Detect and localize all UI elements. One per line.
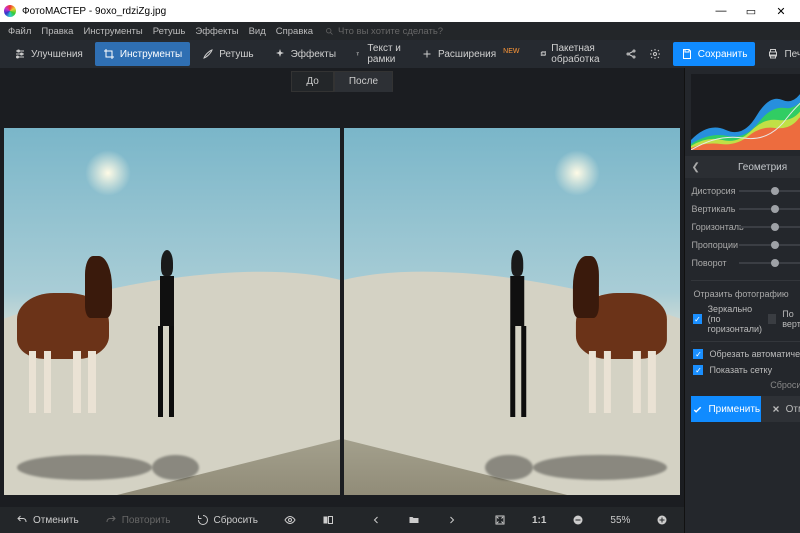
- next-image-button[interactable]: [438, 510, 466, 530]
- checkbox-show-grid[interactable]: ✓: [693, 365, 703, 375]
- right-panel: ❮ Геометрия ? Дисторсия0 Вертикаль0 Гори…: [684, 68, 800, 533]
- window-title: ФотоМАСТЕР - 9oxo_rdziZg.jpg: [22, 6, 706, 17]
- zoom-ratio[interactable]: 1:1: [524, 510, 554, 530]
- maximize-button[interactable]: ▭: [736, 5, 766, 18]
- panel-header: ❮ Геометрия ?: [685, 156, 800, 178]
- sliders-icon: [14, 48, 26, 60]
- reset-button[interactable]: Сбросить: [189, 510, 266, 530]
- print-button[interactable]: Печать: [759, 42, 800, 66]
- zoom-out-button[interactable]: [564, 510, 592, 530]
- menu-retouch[interactable]: Ретушь: [153, 26, 186, 37]
- before-pane: [4, 128, 340, 495]
- slider-distortion[interactable]: Дисторсия0: [691, 182, 800, 200]
- reset-icon: [197, 514, 209, 526]
- fit-button[interactable]: [486, 510, 514, 530]
- cancel-button[interactable]: Отмена: [761, 396, 800, 422]
- minimize-button[interactable]: —: [706, 5, 736, 17]
- eye-icon: [284, 514, 296, 526]
- prev-image-button[interactable]: [362, 510, 390, 530]
- histogram: [691, 74, 800, 150]
- fit-icon: [494, 514, 506, 526]
- tab-extensions[interactable]: Расширения NEW: [413, 42, 528, 66]
- search-icon: [325, 27, 334, 36]
- new-badge: NEW: [503, 48, 519, 55]
- slider-horizontal[interactable]: Горизонталь0: [691, 218, 800, 236]
- redo-icon: [105, 514, 117, 526]
- compare-icon: [322, 514, 334, 526]
- save-icon: [681, 48, 693, 60]
- tab-after[interactable]: После: [334, 71, 393, 92]
- panel-back-button[interactable]: ❮: [691, 162, 699, 173]
- folder-icon: [408, 514, 420, 526]
- svg-text:T: T: [357, 52, 360, 57]
- flip-section-label: Отразить фотографию: [685, 285, 800, 301]
- panel-title: Геометрия: [738, 162, 787, 173]
- app-logo-icon: [4, 5, 16, 17]
- tab-effects[interactable]: Эффекты: [266, 42, 344, 66]
- check-icon: [692, 404, 703, 415]
- minus-circle-icon: [572, 514, 584, 526]
- plus-circle-icon: [656, 514, 668, 526]
- menu-help[interactable]: Справка: [276, 26, 313, 37]
- tab-text[interactable]: T Текст и рамки: [348, 42, 409, 66]
- crop-icon: [103, 48, 115, 60]
- slider-rotate[interactable]: Поворот0,0°: [691, 254, 800, 272]
- tab-retouch[interactable]: Ретушь: [194, 42, 261, 66]
- main-toolbar: Улучшения Инструменты Ретушь Эффекты T Т…: [0, 40, 800, 68]
- menu-effects[interactable]: Эффекты: [195, 26, 238, 37]
- brush-icon: [202, 48, 214, 60]
- tab-enhance[interactable]: Улучшения: [6, 42, 91, 66]
- compare-button[interactable]: [314, 510, 342, 530]
- sparkle-icon: [274, 48, 286, 60]
- plus-icon: [421, 48, 433, 60]
- tab-batch[interactable]: Пакетная обработка: [532, 42, 613, 66]
- share-icon: [625, 48, 637, 60]
- menu-view[interactable]: Вид: [249, 26, 266, 37]
- window-titlebar: ФотоМАСТЕР - 9oxo_rdziZg.jpg — ▭ ✕: [0, 0, 800, 22]
- share-button[interactable]: [621, 42, 641, 66]
- print-icon: [767, 48, 779, 60]
- undo-icon: [16, 514, 28, 526]
- after-pane: [344, 128, 680, 495]
- before-after-tabs: До После: [0, 68, 684, 92]
- chevron-left-icon: [370, 514, 382, 526]
- zoom-percent: 55%: [602, 510, 638, 530]
- search-placeholder: Что вы хотите сделать?: [338, 26, 443, 37]
- checkbox-auto-crop[interactable]: ✓: [693, 349, 703, 359]
- menu-tools[interactable]: Инструменты: [83, 26, 142, 37]
- close-button[interactable]: ✕: [766, 5, 796, 18]
- gear-icon: [649, 48, 661, 60]
- checkbox-flip-v[interactable]: ✓: [768, 314, 776, 324]
- x-icon: [771, 404, 781, 414]
- reset-all-link[interactable]: Сбросить все: [685, 378, 800, 392]
- image-viewer: [0, 92, 684, 507]
- tab-tools[interactable]: Инструменты: [95, 42, 190, 66]
- tab-before[interactable]: До: [291, 71, 333, 92]
- chevron-right-icon: [446, 514, 458, 526]
- settings-button[interactable]: [645, 42, 665, 66]
- menu-edit[interactable]: Правка: [41, 26, 73, 37]
- slider-vertical[interactable]: Вертикаль0: [691, 200, 800, 218]
- apply-button[interactable]: Применить: [691, 396, 761, 422]
- sliders-group: Дисторсия0 Вертикаль0 Горизонталь0 Пропо…: [685, 178, 800, 276]
- save-button[interactable]: Сохранить: [673, 42, 756, 66]
- slider-proportions[interactable]: Пропорции0: [691, 236, 800, 254]
- menu-search[interactable]: Что вы хотите сделать?: [325, 26, 443, 37]
- text-icon: T: [356, 48, 362, 60]
- redo-button[interactable]: Повторить: [97, 510, 179, 530]
- bottom-bar: Отменить Повторить Сбросить: [0, 507, 684, 533]
- menu-bar: Файл Правка Инструменты Ретушь Эффекты В…: [0, 22, 800, 40]
- stack-icon: [540, 48, 547, 60]
- checkbox-flip-h[interactable]: ✓: [693, 314, 701, 324]
- zoom-in-button[interactable]: [648, 510, 676, 530]
- eye-button[interactable]: [276, 510, 304, 530]
- menu-file[interactable]: Файл: [8, 26, 31, 37]
- browse-button[interactable]: [400, 510, 428, 530]
- undo-button[interactable]: Отменить: [8, 510, 87, 530]
